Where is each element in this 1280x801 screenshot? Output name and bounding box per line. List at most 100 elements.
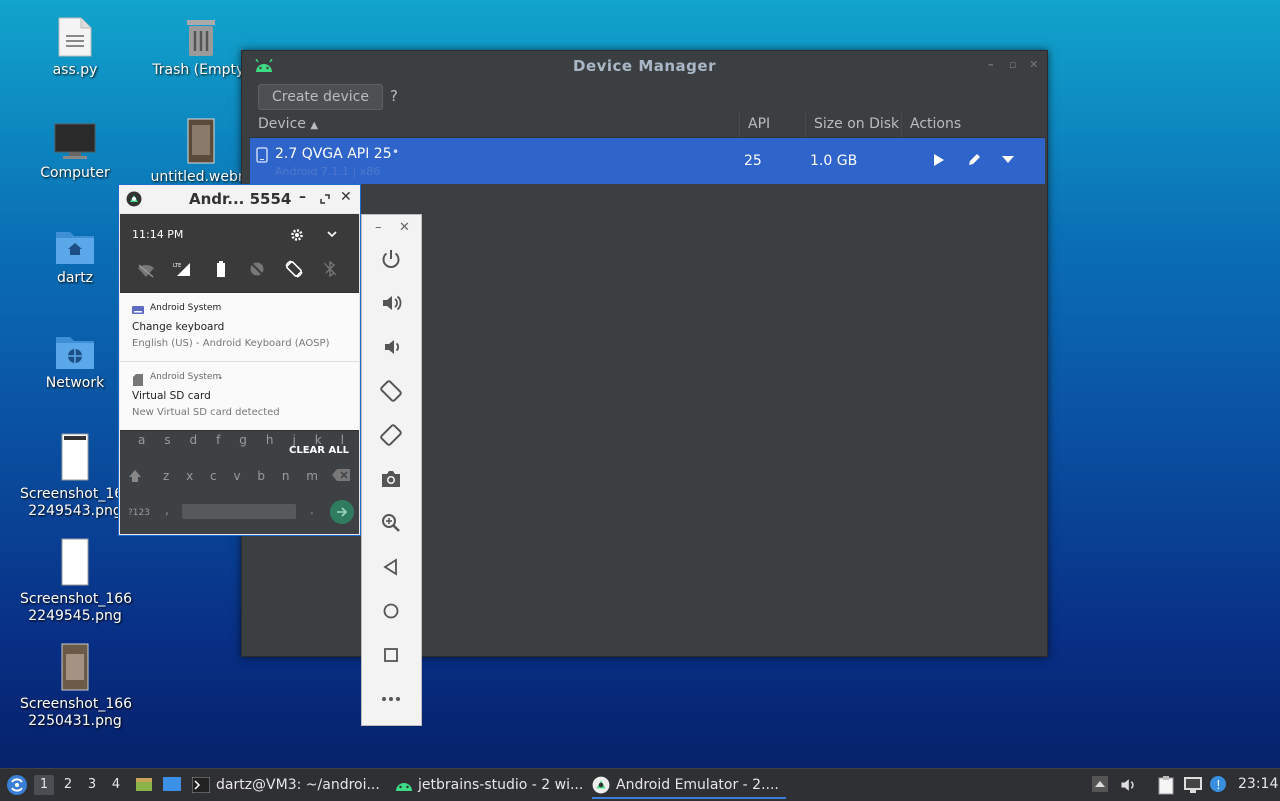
desktop-icon-dartz[interactable]: dartz	[20, 226, 130, 287]
shift-icon[interactable]	[128, 469, 142, 483]
maximize-icon[interactable]: ▫	[1007, 59, 1019, 71]
do-not-disturb-icon[interactable]	[249, 261, 265, 277]
edit-pencil-icon[interactable]	[967, 152, 982, 167]
comma-key[interactable]: ,	[165, 503, 169, 517]
rotate-left-button[interactable]	[377, 377, 405, 405]
key[interactable]: g	[239, 433, 247, 447]
task-android-studio[interactable]: jetbrains-studio - 2 wi...	[394, 771, 584, 799]
desktop-icon-ass-py[interactable]: ass.py	[20, 16, 130, 79]
emulator-titlebar[interactable]: Andr... 5554 – ✕	[119, 185, 360, 213]
desktop-icon-computer[interactable]: Computer	[20, 121, 130, 182]
close-icon[interactable]: ✕	[340, 189, 352, 205]
table-row[interactable]: 2.7 QVGA API 25 • Android 7.1.1 | x86 25…	[250, 138, 1045, 184]
minimize-icon[interactable]: –	[985, 59, 997, 71]
resize-arrows-icon[interactable]	[320, 194, 330, 204]
camera-icon	[382, 471, 400, 487]
sort-ascending-icon: ▲	[310, 120, 319, 131]
expand-chevron-icon[interactable]: ⌄	[217, 372, 224, 381]
auto-rotate-icon[interactable]	[284, 259, 304, 279]
volume-up-button[interactable]	[377, 289, 405, 317]
symbols-key[interactable]: ?123	[128, 508, 150, 518]
more-options-button[interactable]	[377, 685, 405, 713]
file-manager-launcher-icon[interactable]	[135, 775, 153, 793]
emulator-screen[interactable]: 11:14 PM LTE Android System Change keybo…	[120, 214, 359, 534]
key[interactable]: s	[164, 433, 170, 447]
network-status-icon[interactable]	[1183, 776, 1203, 794]
chevron-down-icon[interactable]	[1002, 156, 1014, 164]
tray-expand-icon[interactable]	[1092, 776, 1108, 792]
emulator-app-icon	[592, 776, 610, 794]
desktop-launcher-icon[interactable]	[162, 775, 182, 793]
desktop-icon-network[interactable]: Network	[20, 331, 130, 392]
column-api[interactable]: API	[740, 111, 806, 137]
desktop-icon-screenshot-1[interactable]: Screenshot_166 2249543.png	[20, 432, 132, 520]
emulator-side-toolbar: – ✕	[361, 214, 422, 726]
desktop-icon-untitled-webm[interactable]: untitled.webm	[146, 117, 256, 186]
android-emulator-window: Andr... 5554 – ✕ 11:14 PM LTE Android Sy…	[118, 184, 361, 536]
clear-all-button[interactable]: CLEAR ALL	[289, 445, 349, 456]
start-menu-icon[interactable]	[6, 774, 28, 796]
minimize-icon[interactable]: –	[375, 220, 382, 235]
device-manager-titlebar[interactable]: Device Manager – ▫ ✕	[242, 51, 1047, 81]
taskbar-clock[interactable]: 23:14	[1238, 776, 1278, 792]
close-icon[interactable]: ✕	[399, 220, 410, 235]
device-status-dot: •	[392, 145, 400, 159]
help-button[interactable]: ?	[390, 84, 404, 108]
workspace-1[interactable]: 1	[34, 775, 54, 795]
key[interactable]: h	[266, 433, 274, 447]
desktop-icon-screenshot-3[interactable]: Screenshot_166 2250431.png	[20, 642, 132, 730]
bluetooth-off-icon[interactable]	[324, 261, 336, 277]
key[interactable]: b	[257, 469, 265, 483]
desktop-icon-trash[interactable]: Trash (Empty)	[146, 16, 256, 79]
key[interactable]: z	[163, 469, 169, 483]
enter-key[interactable]	[330, 500, 354, 524]
screenshot-button[interactable]	[377, 465, 405, 493]
close-icon[interactable]: ✕	[1028, 59, 1040, 71]
zoom-button[interactable]	[377, 509, 405, 537]
spacebar-key[interactable]	[182, 504, 296, 519]
minimize-icon[interactable]: –	[299, 189, 306, 205]
play-launch-icon[interactable]	[933, 153, 945, 167]
task-android-emulator[interactable]: Android Emulator - 2....	[592, 771, 786, 799]
column-device[interactable]: Device ▲	[250, 111, 740, 137]
backspace-icon[interactable]	[332, 469, 350, 481]
notification-alert-icon[interactable]: !	[1209, 775, 1227, 793]
rotate-right-button[interactable]	[377, 421, 405, 449]
image-file-icon	[61, 538, 89, 586]
column-size[interactable]: Size on Disk	[806, 111, 902, 137]
key[interactable]: a	[138, 433, 145, 447]
power-button[interactable]	[377, 245, 405, 273]
key[interactable]: v	[233, 469, 240, 483]
workspace-2[interactable]: 2	[58, 775, 78, 795]
key[interactable]: f	[216, 433, 220, 447]
notification-virtual-sd[interactable]: Android System ⌄ Virtual SD card New Vir…	[120, 362, 359, 430]
video-file-icon	[187, 118, 215, 164]
key[interactable]: n	[282, 469, 290, 483]
period-key[interactable]: .	[310, 503, 314, 517]
clipboard-icon[interactable]	[1157, 775, 1175, 795]
volume-down-button[interactable]	[377, 333, 405, 361]
notification-title: Virtual SD card	[132, 390, 211, 402]
chevron-down-icon[interactable]	[327, 231, 337, 238]
create-device-button[interactable]: Create device	[258, 84, 383, 110]
workspace-3[interactable]: 3	[82, 775, 102, 795]
home-button[interactable]	[377, 597, 405, 625]
volume-icon[interactable]	[1119, 776, 1137, 794]
key[interactable]: m	[306, 469, 318, 483]
wifi-off-icon[interactable]	[137, 264, 155, 278]
task-label: dartz@VM3: ~/androi...	[216, 777, 380, 793]
task-terminal[interactable]: dartz@VM3: ~/androi...	[192, 771, 382, 799]
back-button[interactable]	[377, 553, 405, 581]
settings-gear-icon[interactable]	[290, 228, 304, 242]
key[interactable]: d	[190, 433, 198, 447]
cellular-lte-icon[interactable]: LTE	[172, 261, 192, 277]
key[interactable]: c	[210, 469, 217, 483]
workspace-4[interactable]: 4	[106, 775, 126, 795]
key[interactable]: x	[186, 469, 193, 483]
overview-button[interactable]	[377, 641, 405, 669]
battery-icon[interactable]	[216, 261, 226, 277]
window-title: Device Manager	[573, 57, 716, 75]
emulator-title: Andr... 5554	[189, 190, 292, 208]
notification-change-keyboard[interactable]: Android System Change keyboard English (…	[120, 293, 359, 362]
desktop-icon-screenshot-2[interactable]: Screenshot_166 2249545.png	[20, 537, 132, 625]
